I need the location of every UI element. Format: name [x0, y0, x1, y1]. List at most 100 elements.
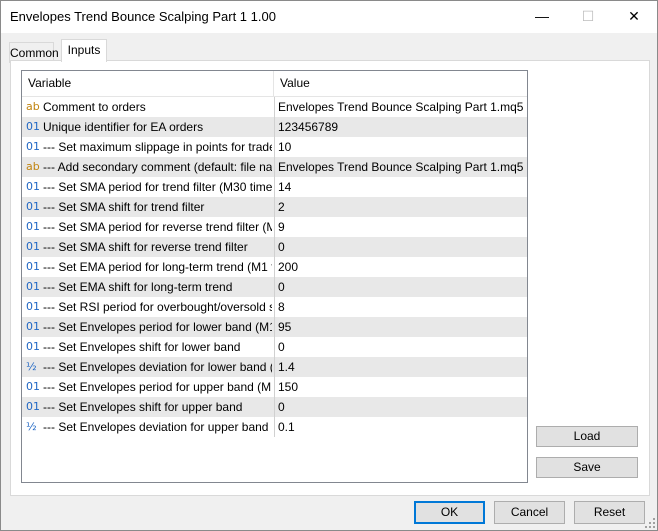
integer-type-icon: 01: [26, 140, 40, 153]
integer-type-icon: 01: [26, 380, 40, 393]
row-value[interactable]: 9: [276, 217, 524, 237]
column-divider: [274, 97, 275, 117]
row-value[interactable]: 0: [276, 237, 524, 257]
row-variable: --- Set maximum slippage in points for t…: [43, 140, 272, 154]
row-value[interactable]: 2: [276, 197, 524, 217]
table-row[interactable]: ½ --- Set Envelopes deviation for upper b…: [22, 417, 527, 437]
column-divider: [274, 397, 275, 417]
row-value[interactable]: 200: [276, 257, 524, 277]
column-divider: [274, 137, 275, 157]
column-divider: [274, 237, 275, 257]
row-variable: --- Set Envelopes deviation for upper ba…: [43, 420, 272, 434]
row-value[interactable]: 123456789: [276, 117, 524, 137]
integer-type-icon: 01: [26, 200, 40, 213]
row-value[interactable]: 95: [276, 317, 524, 337]
row-variable: --- Set RSI period for overbought/overso…: [43, 300, 272, 314]
row-value[interactable]: 0: [276, 277, 524, 297]
table-row[interactable]: 01 --- Set EMA shift for long-term trend 0: [22, 277, 527, 297]
table-row[interactable]: ab Comment to orders Envelopes Trend Bounc…: [22, 97, 527, 117]
column-divider: [274, 357, 275, 377]
ok-button[interactable]: OK: [414, 501, 485, 524]
integer-type-icon: 01: [26, 120, 40, 133]
row-variable: --- Set Envelopes deviation for lower ba…: [43, 360, 272, 374]
integer-type-icon: 01: [26, 400, 40, 413]
maximize-button: ☐: [581, 8, 595, 24]
inputs-panel: Variable Value ab Comment to orders Envelo…: [10, 60, 650, 496]
row-variable: --- Set Envelopes period for upper band …: [43, 380, 272, 394]
row-value[interactable]: 1.4: [276, 357, 524, 377]
load-button[interactable]: Load: [536, 426, 638, 447]
row-value[interactable]: 0: [276, 337, 524, 357]
table-row[interactable]: 01 --- Set Envelopes shift for upper band…: [22, 397, 527, 417]
table-row[interactable]: ½ --- Set Envelopes deviation for lower b…: [22, 357, 527, 377]
column-divider: [274, 117, 275, 137]
properties-dialog: Envelopes Trend Bounce Scalping Part 1 1…: [0, 0, 658, 531]
table-row[interactable]: 01 --- Set SMA period for trend filter (M…: [22, 177, 527, 197]
row-value[interactable]: 14: [276, 177, 524, 197]
column-divider: [274, 197, 275, 217]
table-row[interactable]: 01 --- Set Envelopes period for upper ban…: [22, 377, 527, 397]
save-button[interactable]: Save: [536, 457, 638, 478]
reset-button[interactable]: Reset: [574, 501, 645, 524]
row-variable: --- Set SMA shift for trend filter: [43, 200, 205, 214]
row-value[interactable]: Envelopes Trend Bounce Scalping Part 1.m…: [276, 97, 524, 117]
column-divider: [274, 417, 275, 437]
string-type-icon: ab: [26, 100, 40, 113]
integer-type-icon: 01: [26, 340, 40, 353]
string-type-icon: ab: [26, 160, 40, 173]
column-header-variable[interactable]: Variable: [22, 71, 274, 96]
integer-type-icon: 01: [26, 300, 40, 313]
integer-type-icon: 01: [26, 320, 40, 333]
table-row[interactable]: 01 --- Set Envelopes shift for lower band…: [22, 337, 527, 357]
table-row[interactable]: ab --- Add secondary comment (default: fi…: [22, 157, 527, 177]
column-divider: [274, 337, 275, 357]
window-title: Envelopes Trend Bounce Scalping Part 1 1…: [10, 9, 276, 24]
row-value[interactable]: 0.1: [276, 417, 524, 437]
column-divider: [274, 177, 275, 197]
close-button[interactable]: ✕: [611, 1, 657, 33]
double-type-icon: ½: [26, 360, 37, 373]
table-row[interactable]: 01 --- Set Envelopes period for lower ban…: [22, 317, 527, 337]
row-variable: --- Set Envelopes shift for upper band: [43, 400, 243, 414]
table-row[interactable]: 01 Unique identifier for EA orders 1234567…: [22, 117, 527, 137]
row-variable: --- Set SMA shift for reverse trend filt…: [43, 240, 248, 254]
column-divider: [274, 217, 275, 237]
row-variable: --- Set SMA period for reverse trend fil…: [43, 220, 272, 234]
row-variable: --- Set Envelopes period for lower band …: [43, 320, 272, 334]
integer-type-icon: 01: [26, 240, 40, 253]
row-variable: --- Set EMA shift for long-term trend: [43, 280, 233, 294]
integer-type-icon: 01: [26, 260, 40, 273]
table-row[interactable]: 01 --- Set SMA shift for trend filter 2: [22, 197, 527, 217]
row-variable: --- Set Envelopes shift for lower band: [43, 340, 241, 354]
row-value[interactable]: Envelopes Trend Bounce Scalping Part 1.m…: [276, 157, 524, 177]
table-row[interactable]: 01 --- Set EMA period for long-term trend…: [22, 257, 527, 277]
column-divider: [274, 277, 275, 297]
integer-type-icon: 01: [26, 180, 40, 193]
tab-inputs[interactable]: Inputs: [61, 39, 107, 62]
row-variable: --- Set SMA period for trend filter (M30…: [43, 180, 272, 194]
column-header-value[interactable]: Value: [274, 71, 527, 96]
table-row[interactable]: 01 --- Set SMA shift for reverse trend fi…: [22, 237, 527, 257]
row-value[interactable]: 8: [276, 297, 524, 317]
column-divider: [274, 157, 275, 177]
column-divider: [274, 317, 275, 337]
table-row[interactable]: 01 --- Set maximum slippage in points for…: [22, 137, 527, 157]
double-type-icon: ½: [26, 420, 37, 433]
grid-header: Variable Value: [22, 71, 527, 97]
row-variable: Unique identifier for EA orders: [43, 120, 204, 134]
table-row[interactable]: 01 --- Set SMA period for reverse trend f…: [22, 217, 527, 237]
minimize-button[interactable]: —: [519, 1, 565, 33]
column-divider: [274, 377, 275, 397]
inputs-grid: Variable Value ab Comment to orders Envelo…: [21, 70, 528, 483]
row-variable: --- Set EMA period for long-term trend (…: [43, 260, 272, 274]
resize-grip-icon[interactable]: [645, 518, 655, 528]
column-divider: [274, 297, 275, 317]
row-variable: --- Add secondary comment (default: file…: [43, 160, 272, 174]
cancel-button[interactable]: Cancel: [494, 501, 565, 524]
row-value[interactable]: 150: [276, 377, 524, 397]
row-value[interactable]: 0: [276, 397, 524, 417]
row-value[interactable]: 10: [276, 137, 524, 157]
integer-type-icon: 01: [26, 220, 40, 233]
row-variable: Comment to orders: [43, 100, 146, 114]
table-row[interactable]: 01 --- Set RSI period for overbought/over…: [22, 297, 527, 317]
